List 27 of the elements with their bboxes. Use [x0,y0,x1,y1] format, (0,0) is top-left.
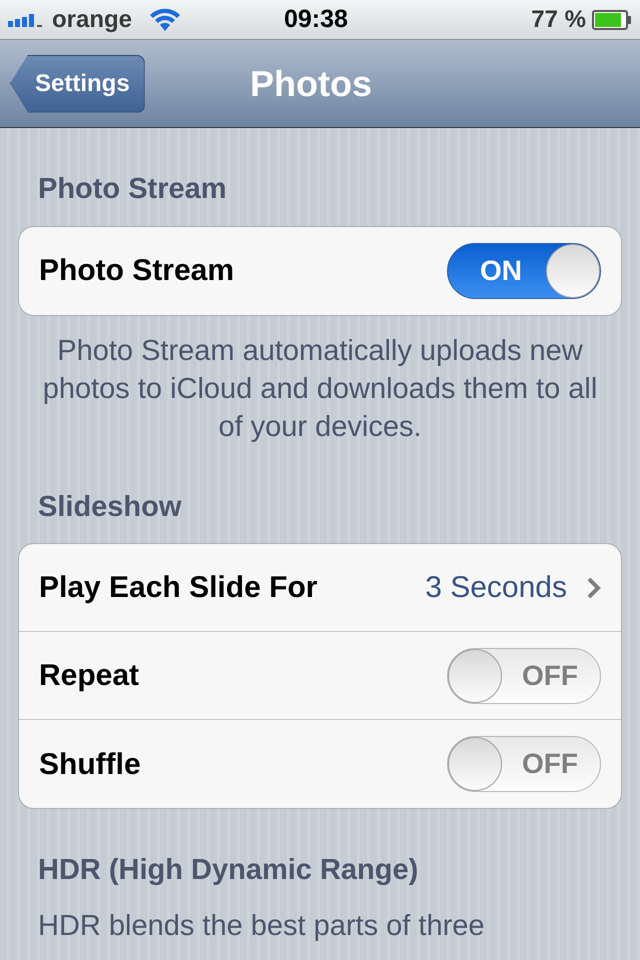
toggle-switch[interactable]: OFF [447,736,601,792]
back-button[interactable]: Settings [10,54,145,112]
carrier-name: orange [52,4,132,34]
screen-title: Photos [250,62,372,106]
row-label: Play Each Slide For [39,570,318,606]
section-header: Slideshow [37,490,182,524]
row-label: Photo Stream [39,253,234,289]
row-label: Repeat [39,658,140,694]
toggle-knob [546,244,600,298]
toggle-knob [448,737,502,791]
section-footer: HDR blends the best parts of three [18,906,622,944]
toggle-label: OFF [522,747,578,781]
toggle-switch[interactable]: OFF [447,648,601,704]
section-footer: Photo Stream automatically uploads new photos to iCloud and downloads them to all of your devices. [18,316,622,446]
chevron-icon [587,576,601,598]
toggle-label: ON [480,254,523,288]
status-time: 09:38 [284,4,348,35]
battery-percent: 77 % [531,4,586,34]
wifi-icon [148,8,182,32]
row-value: 3 Seconds [425,570,567,606]
section-header: Photo Stream [37,172,228,207]
toggle-knob [448,648,502,702]
battery-icon [592,10,632,30]
section-header: HDR (High Dynamic Range) [37,853,420,888]
row-label: Shuffle [39,746,141,782]
toggle-switch[interactable]: ON [447,242,601,298]
toggle-label: OFF [522,658,578,692]
